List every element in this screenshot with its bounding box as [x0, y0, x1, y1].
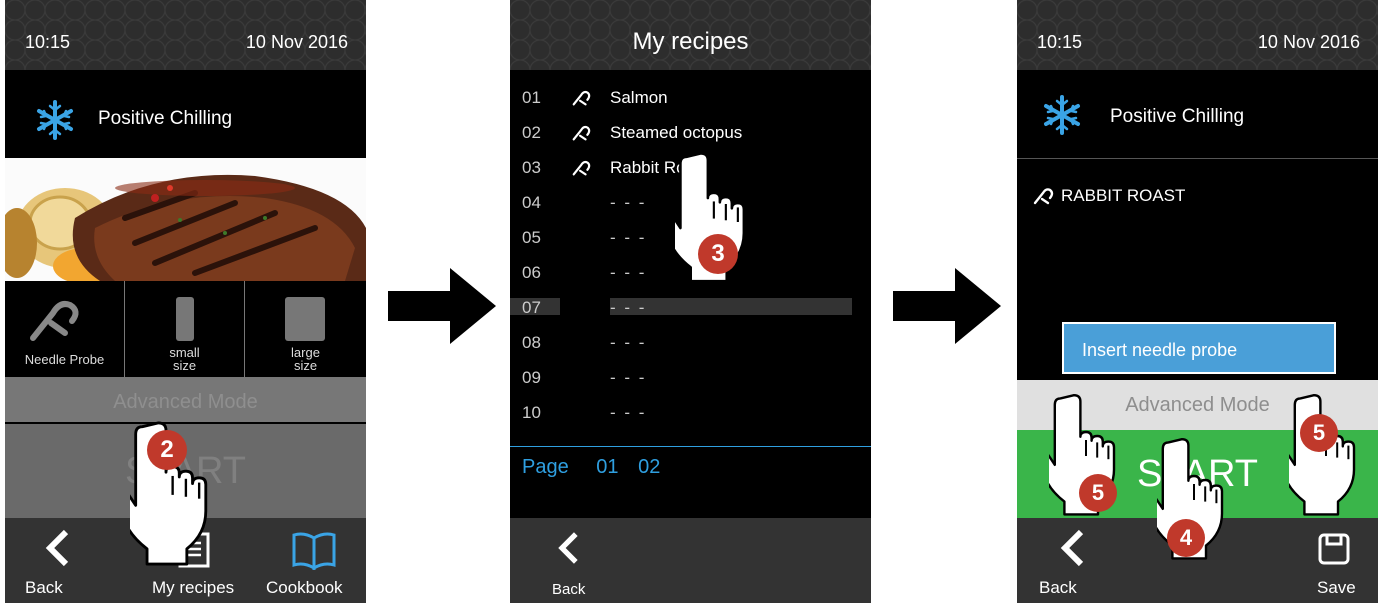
recipe-name: - - -: [610, 333, 647, 352]
screen-recipe-detail: 10:15 10 Nov 2016 Positive Chilling RABB…: [1017, 0, 1378, 603]
page-label: Page: [522, 456, 569, 478]
recipe-number: 04: [522, 193, 541, 212]
back-label: Back: [25, 578, 63, 597]
back-button[interactable]: Back: [5, 518, 115, 603]
recipe-row[interactable]: 01 Salmon: [510, 84, 871, 118]
pagination: Page 01 02: [522, 456, 660, 479]
back-label: Back: [552, 581, 586, 598]
page-link-01[interactable]: 01: [596, 456, 618, 478]
status-date: 10 Nov 2016: [1257, 32, 1360, 52]
recipe-name: - - -: [610, 263, 647, 282]
snowflake-icon: [1044, 95, 1080, 135]
recipe-row[interactable]: 02 Steamed octopus: [510, 119, 871, 153]
pointing-hand-icon: [1049, 394, 1116, 516]
page-title: My recipes: [632, 28, 749, 55]
small-size-option[interactable]: small size: [125, 281, 245, 377]
save-label: Save: [1317, 578, 1356, 597]
needle-probe-icon: [1033, 188, 1054, 205]
cycle-mode-label: Positive Chilling: [98, 108, 233, 129]
recipe-number: 01: [522, 88, 541, 107]
large-size-label-line2: size: [293, 358, 318, 373]
recipe-name: - - -: [610, 228, 647, 247]
recipe-name: RABBIT ROAST: [1061, 186, 1186, 205]
recipe-number: 10: [522, 403, 541, 422]
recipe-number: 03: [522, 158, 541, 177]
needle-probe-label: Needle Probe: [24, 352, 105, 367]
recipe-name: - - -: [610, 193, 647, 212]
cookbook-label: Cookbook: [266, 578, 343, 597]
open-book-icon: [292, 532, 336, 570]
pointing-hand-icon: [1157, 438, 1224, 560]
status-time: 10:15: [25, 32, 71, 52]
needle-probe-option[interactable]: Needle Probe: [5, 281, 125, 377]
chevron-left-icon: [558, 532, 578, 564]
status-date: 10 Nov 2016: [245, 32, 348, 52]
recipe-name: - - -: [610, 368, 647, 387]
insert-probe-popup: Insert needle probe: [1062, 322, 1336, 374]
status-bar: 10:15 10 Nov 2016: [1017, 0, 1378, 70]
recipe-number: 07: [522, 298, 541, 317]
needle-probe-icon: [572, 90, 591, 106]
recipe-row[interactable]: 08 - - -: [510, 329, 871, 363]
pointing-hand-icon: [1289, 394, 1356, 516]
advanced-mode-button[interactable]: Advanced Mode: [5, 377, 366, 422]
screen-home: 10:15 10 Nov 2016 Positive Chilling Need…: [5, 0, 366, 603]
page-link-02[interactable]: 02: [638, 456, 660, 478]
recipe-name: - - -: [610, 403, 647, 422]
recipe-number: 08: [522, 333, 541, 352]
large-size-icon: [285, 297, 325, 341]
arrow-right-icon: [388, 268, 496, 344]
status-bar: 10:15 10 Nov 2016: [5, 0, 366, 70]
back-label: Back: [1039, 578, 1077, 597]
back-button[interactable]: Back: [510, 518, 620, 603]
recipe-number: 02: [522, 123, 541, 142]
cycle-mode-row[interactable]: Positive Chilling: [5, 70, 366, 158]
recipe-name: Steamed octopus: [610, 123, 743, 142]
step-badge: 2: [147, 430, 187, 470]
needle-probe-icon: [30, 301, 79, 341]
step-badge: 5: [1300, 414, 1338, 452]
step-badge: 5: [1079, 474, 1117, 512]
recipe-number: 05: [522, 228, 541, 247]
chevron-left-icon: [1060, 529, 1084, 567]
title-bar: My recipes: [510, 0, 871, 70]
large-size-option[interactable]: large size: [245, 281, 366, 377]
small-size-label-line2: size: [172, 358, 197, 373]
screen-my-recipes: My recipes 01 Salmon 02 Steamed octopus 03 Ra…: [510, 0, 871, 603]
divider: [510, 446, 871, 447]
cookbook-button[interactable]: Cookbook: [260, 518, 366, 603]
recipe-number: 06: [522, 263, 541, 282]
bottom-nav: Back: [510, 518, 871, 603]
small-size-icon: [176, 297, 194, 341]
step-badge: 3: [698, 234, 738, 274]
chevron-left-icon: [45, 529, 69, 567]
floppy-disk-icon: [1318, 533, 1350, 565]
needle-probe-icon: [572, 125, 591, 141]
cycle-mode-label: Positive Chilling: [1110, 106, 1245, 127]
step-badge: 4: [1167, 519, 1205, 557]
arrow-right-icon: [893, 268, 1001, 344]
pointing-hand-icon: [675, 152, 746, 283]
cycle-mode-row[interactable]: Positive Chilling: [1017, 70, 1378, 159]
status-time: 10:15: [1037, 32, 1083, 52]
needle-probe-icon: [572, 160, 591, 176]
recipe-row[interactable]: 10 - - -: [510, 399, 871, 433]
food-image: [5, 158, 366, 281]
recipe-row[interactable]: 09 - - -: [510, 364, 871, 398]
probe-selector: Needle Probe small size large size: [5, 281, 366, 377]
recipe-number: 09: [522, 368, 541, 387]
snowflake-icon: [37, 100, 73, 140]
recipe-name: - - -: [610, 298, 647, 317]
recipe-name: Salmon: [610, 88, 668, 107]
